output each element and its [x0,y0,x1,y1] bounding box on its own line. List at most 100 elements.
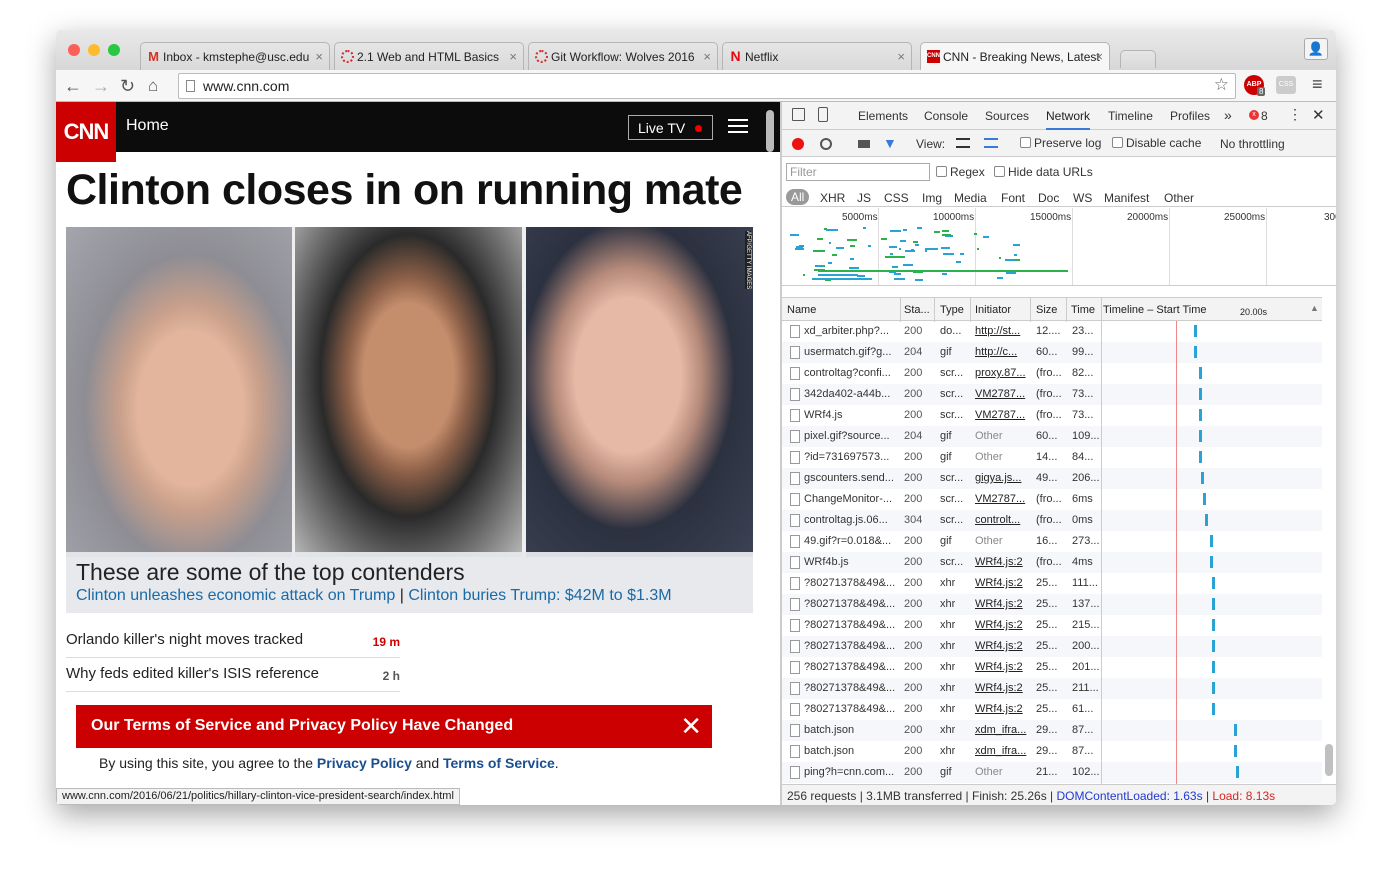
menu-icon[interactable]: ≡ [1312,74,1323,95]
request-initiator[interactable]: proxy.87... [975,367,1031,379]
close-window-button[interactable] [68,44,80,56]
list-item[interactable]: Orlando killer's night moves tracked 19 … [66,624,400,658]
record-icon[interactable] [792,138,804,150]
network-scrollbar[interactable] [1325,744,1333,776]
tab-console[interactable]: Console [924,109,968,123]
request-initiator[interactable]: VM2787... [975,388,1031,400]
request-initiator[interactable]: WRf4.js:2 [975,577,1031,589]
minimize-window-button[interactable] [88,44,100,56]
zoom-window-button[interactable] [108,44,120,56]
table-row[interactable]: 342da402-a44b... 200 scr... VM2787... (fro..… [782,384,1322,405]
col-size[interactable]: Size [1036,304,1057,316]
tab-cnn[interactable]: CNN CNN - Breaking News, Latest × [920,42,1110,70]
table-row[interactable]: ping?h=cnn.com... 200 gif Other 21... 102... [782,762,1322,783]
list-view-icon[interactable] [956,138,970,148]
table-row[interactable]: ?80271378&49&... 200 xhr WRf4.js:2 25... 200.… [782,636,1322,657]
col-time[interactable]: Time [1071,304,1095,316]
type-filter-media[interactable]: Media [954,191,987,205]
request-initiator[interactable]: gigya.js... [975,472,1031,484]
caption-link-economic[interactable]: Clinton unleashes economic attack on Tru… [76,587,395,604]
page-headline[interactable]: Clinton closes in on running mate [66,166,743,215]
type-filter-doc[interactable]: Doc [1038,191,1059,205]
close-icon[interactable]: ✕ [680,711,702,742]
table-row[interactable]: ChangeMonitor-... 200 scr... VM2787... (fro.… [782,489,1322,510]
table-row[interactable]: ?80271378&49&... 200 xhr WRf4.js:2 25... 137.… [782,594,1322,615]
live-tv-button[interactable]: Live TV [628,115,713,140]
more-tabs-icon[interactable]: » [1224,107,1232,123]
table-row[interactable]: 49.gif?r=0.018&... 200 gif Other 16... 273... [782,531,1322,552]
col-type[interactable]: Type [940,304,964,316]
devtools-menu-icon[interactable]: ⋮ [1288,106,1302,123]
tab-git-workflow[interactable]: Git Workflow: Wolves 2016 × [528,42,718,70]
tab-sources[interactable]: Sources [985,109,1029,123]
network-overview[interactable]: 5000ms 10000ms 15000ms 20000ms 25000ms 3… [782,208,1336,286]
type-filter-img[interactable]: Img [922,191,942,205]
bookmark-star-icon[interactable]: ☆ [1214,75,1229,95]
page-scrollbar[interactable] [766,110,774,152]
back-icon[interactable]: ← [64,76,82,96]
caption-title[interactable]: These are some of the top contenders [76,559,743,586]
clear-icon[interactable] [820,138,832,150]
filter-icon[interactable]: ▼ [883,135,897,151]
table-row[interactable]: ?id=731697573... 200 gif Other 14... 84... [782,447,1322,468]
home-link[interactable]: Home [126,117,169,135]
col-status[interactable]: Sta... [904,304,930,316]
caption-link-fundraising[interactable]: Clinton buries Trump: $42M to $1.3M [408,587,671,604]
home-icon[interactable]: ⌂ [148,76,158,96]
type-filter-other[interactable]: Other [1164,191,1194,205]
request-initiator[interactable]: WRf4.js:2 [975,619,1031,631]
type-filter-css[interactable]: CSS [884,191,909,205]
tab-web-basics[interactable]: 2.1 Web and HTML Basics × [334,42,524,70]
close-tab-icon[interactable]: × [509,49,517,64]
table-row[interactable]: ?80271378&49&... 200 xhr WRf4.js:2 25... 211.… [782,678,1322,699]
disable-cache-checkbox[interactable]: Disable cache [1112,136,1201,150]
profile-icon[interactable]: 👤 [1304,38,1328,60]
extension-icon[interactable]: CSS [1276,76,1296,94]
type-filter-manifest[interactable]: Manifest [1104,191,1149,205]
table-row[interactable]: controltag.js.06... 304 scr... controlt... (… [782,510,1322,531]
type-filter-js[interactable]: JS [857,191,871,205]
table-row[interactable]: ?80271378&49&... 200 xhr WRf4.js:2 25... 201.… [782,657,1322,678]
devtools-close-icon[interactable]: ✕ [1312,106,1325,124]
type-filter-font[interactable]: Font [1001,191,1025,205]
table-row[interactable]: usermatch.gif?g... 204 gif http://c... 60...… [782,342,1322,363]
terms-of-service-link[interactable]: Terms of Service [443,755,555,771]
address-bar[interactable]: www.cnn.com ☆ [178,73,1236,99]
privacy-policy-link[interactable]: Privacy Policy [317,755,412,771]
table-row[interactable]: ?80271378&49&... 200 xhr WRf4.js:2 25... 111.… [782,573,1322,594]
col-initiator[interactable]: Initiator [975,304,1011,316]
table-row[interactable]: batch.json 200 xhr xdm_ifra... 29... 87... [782,741,1322,762]
request-initiator[interactable]: WRf4.js:2 [975,661,1031,673]
request-initiator[interactable]: WRf4.js:2 [975,556,1031,568]
request-initiator[interactable]: VM2787... [975,409,1031,421]
close-tab-icon[interactable]: × [1095,49,1103,64]
request-initiator[interactable]: WRf4.js:2 [975,703,1031,715]
tab-gmail[interactable]: M Inbox - kmstephe@usc.edu × [140,42,330,70]
table-row[interactable]: gscounters.send... 200 scr... gigya.js... 49… [782,468,1322,489]
error-icon[interactable]: x [1249,110,1259,120]
table-row[interactable]: ?80271378&49&... 200 xhr WRf4.js:2 25... 61..… [782,699,1322,720]
col-name[interactable]: Name [787,304,816,316]
table-row[interactable]: controltag?confi... 200 scr... proxy.87... (… [782,363,1322,384]
table-row[interactable]: batch.json 200 xhr xdm_ifra... 29... 87... [782,720,1322,741]
request-initiator[interactable]: controlt... [975,514,1031,526]
close-tab-icon[interactable]: × [315,49,323,64]
close-tab-icon[interactable]: × [703,49,711,64]
type-filter-ws[interactable]: WS [1073,191,1092,205]
request-initiator[interactable]: xdm_ifra... [975,745,1031,757]
sort-up-icon[interactable]: ▲ [1310,303,1319,313]
type-filter-all[interactable]: All [786,189,810,205]
tab-timeline[interactable]: Timeline [1108,109,1153,123]
reload-icon[interactable]: ↻ [120,76,135,96]
type-filter-xhr[interactable]: XHR [820,191,845,205]
table-row[interactable]: pixel.gif?source... 204 gif Other 60... 109..… [782,426,1322,447]
hide-data-urls-checkbox[interactable]: Hide data URLs [994,165,1093,179]
request-initiator[interactable]: http://c... [975,346,1031,358]
preserve-log-checkbox[interactable]: Preserve log [1020,136,1101,150]
table-row[interactable]: ?80271378&49&... 200 xhr WRf4.js:2 25... 215.… [782,615,1322,636]
waterfall-view-icon[interactable] [984,138,998,148]
col-timeline[interactable]: Timeline – Start Time [1103,304,1207,316]
list-item[interactable]: Why feds edited killer's ISIS reference … [66,658,400,692]
table-row[interactable]: WRf4.js 200 scr... VM2787... (fro... 73... [782,405,1322,426]
hamburger-menu-icon[interactable] [728,119,748,133]
